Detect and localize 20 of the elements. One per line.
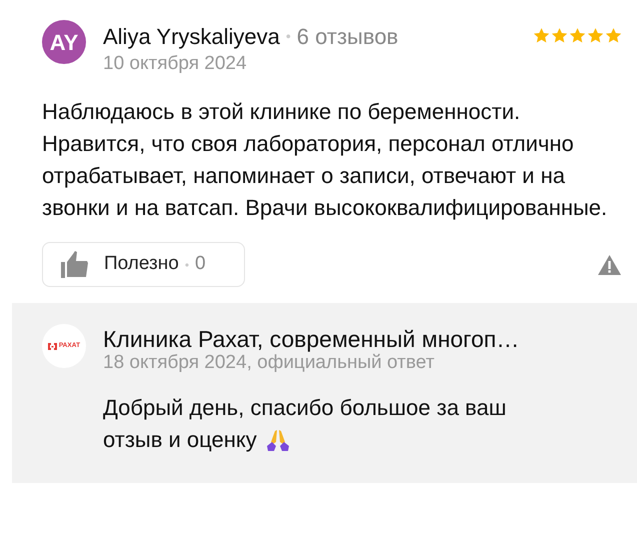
star-icon [551,27,568,44]
star-icon [569,27,586,44]
review-date: 10 октября 2024 [103,53,248,75]
clinic-name[interactable]: Клиника Рахат, современный многоп… [103,326,520,352]
warning-icon[interactable] [597,254,622,276]
helpful-button[interactable]: Полезно • 0 [42,242,245,287]
thumbs-up-icon [60,250,89,279]
avatar: AY [42,20,86,64]
star-icon [605,27,622,44]
reviews-count[interactable]: 6 отзывов [296,20,398,53]
cross-icon [48,342,57,350]
praying-hands-icon [264,428,291,452]
author-name[interactable]: Aliya Yryskaliyeva [103,20,280,53]
separator-dot: • [286,27,291,46]
star-icon [533,27,550,44]
reply-text: Добрый день, спасибо большое за ваш [103,394,508,422]
reply-meta: 18 октября 2024, официальный ответ [103,352,436,374]
review-text: Наблюдаюсь в этой клинике по беременности. Нравится, что своя лаборатория, персонал отлично отрабатывает, напоминает о записи, отвечают и на звонки и на ватсап. Врачи высококвалифицированные. [42,98,608,222]
reply-text: отзыв и оценку [103,426,257,454]
star-icon [587,27,604,44]
